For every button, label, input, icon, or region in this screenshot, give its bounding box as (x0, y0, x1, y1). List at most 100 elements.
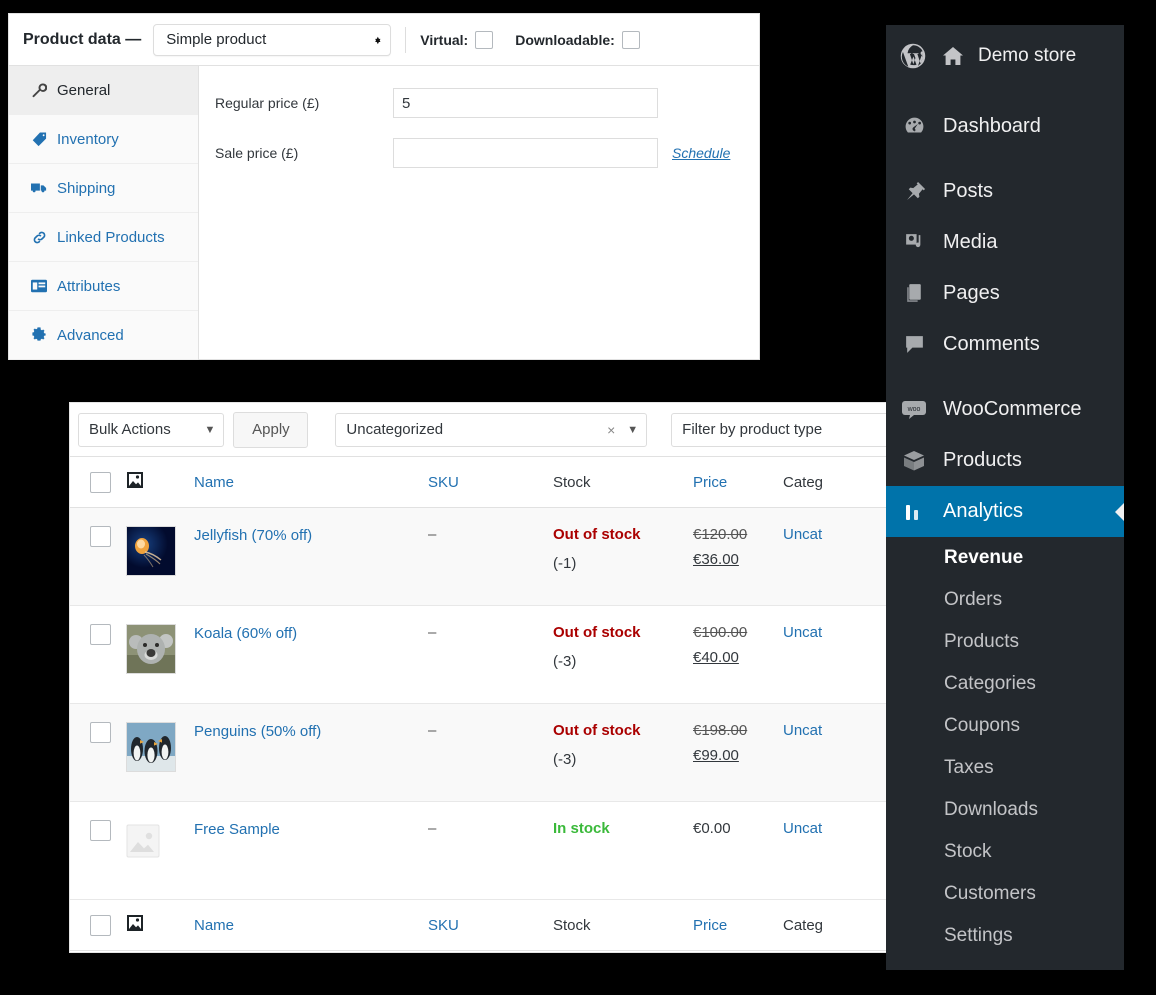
select-all-checkbox[interactable] (90, 471, 111, 493)
truck-icon (29, 180, 49, 196)
select-all-checkbox[interactable] (90, 914, 111, 936)
sidebar-subitem-label: Customers (944, 883, 1036, 904)
schedule-link[interactable]: Schedule (672, 145, 730, 161)
sidebar-subitem-downloads[interactable]: Downloads (886, 789, 1124, 831)
apply-button[interactable]: Apply (233, 411, 309, 448)
jellyfish-thumbnail[interactable] (126, 526, 176, 576)
wordpress-logo-icon[interactable] (898, 41, 928, 71)
products-table: Name SKU Stock Price Categ Jellyfish (70… (70, 456, 910, 951)
category-link[interactable]: Uncat (783, 722, 822, 739)
apply-label: Apply (252, 421, 290, 438)
product-sku: – (428, 624, 437, 641)
table-header-row: Name SKU Stock Price Categ (70, 456, 910, 508)
thumbnail-footer (126, 899, 194, 951)
products-list-panel: Bulk Actions ▼ Apply Uncategorized × ▼ F… (70, 403, 910, 952)
penguins-thumbnail[interactable] (126, 722, 176, 772)
sku-footer[interactable]: SKU (428, 899, 553, 951)
sku-header[interactable]: SKU (428, 456, 553, 508)
sidebar-item-analytics[interactable]: Analytics (886, 486, 1124, 537)
row-stock-cell: Out of stock (-1) (553, 507, 693, 606)
name-header[interactable]: Name (194, 456, 428, 508)
sidebar-subitem-customers[interactable]: Customers (886, 873, 1124, 915)
sidebar-subitem-settings[interactable]: Settings (886, 915, 1124, 957)
product-name-link[interactable]: Jellyfish (70% off) (194, 526, 312, 544)
sidebar-subitem-label: Products (944, 631, 1019, 652)
products-table-foot: Name SKU Stock Price Categ (70, 899, 910, 951)
product-name-link[interactable]: Free Sample (194, 820, 280, 838)
product-name-link[interactable]: Penguins (50% off) (194, 722, 321, 740)
row-price-cell: €100.00 €40.00 (693, 605, 783, 704)
sidebar-subitem-coupons[interactable]: Coupons (886, 705, 1124, 747)
sidebar-subitem-orders[interactable]: Orders (886, 579, 1124, 621)
product-tab-inventory[interactable]: Inventory (9, 115, 198, 164)
row-price-cell: €198.00 €99.00 (693, 703, 783, 802)
row-checkbox[interactable] (90, 624, 111, 645)
regular-price-input[interactable]: 5 (393, 88, 658, 118)
sidebar-item-label: Analytics (943, 500, 1024, 522)
sidebar-item-dashboard[interactable]: Dashboard (886, 101, 1124, 152)
product-type-value: Simple product (166, 31, 267, 48)
category-filter-select[interactable]: Uncategorized × ▼ (335, 412, 648, 447)
product-tab-general[interactable]: General (9, 66, 198, 115)
row-select-cell (70, 801, 126, 900)
virtual-checkbox-group[interactable]: Virtual: (420, 30, 494, 49)
product-data-panel: Product data — Simple product ▲ ▼ Virtual… (8, 13, 760, 360)
sidebar-subitem-stock[interactable]: Stock (886, 831, 1124, 873)
virtual-checkbox[interactable] (475, 30, 494, 49)
product-tab-advanced[interactable]: Advanced (9, 311, 198, 360)
downloadable-checkbox[interactable] (621, 30, 640, 49)
row-checkbox[interactable] (90, 722, 111, 743)
row-checkbox[interactable] (90, 820, 111, 841)
sidebar-item-media[interactable]: Media (886, 217, 1124, 268)
sidebar-subitem-label: Coupons (944, 715, 1021, 736)
comment-icon (899, 333, 929, 356)
row-sku-cell: – (428, 801, 553, 900)
stock-quantity: (-3) (553, 751, 577, 768)
sidebar-item-pages[interactable]: Pages (886, 268, 1124, 319)
sidebar-subitem-label: Orders (944, 589, 1003, 610)
product-tab-label: Advanced (57, 326, 124, 344)
sidebar-item-products[interactable]: Products (886, 435, 1124, 486)
wp-admin-sidebar: Demo store Dashboard Posts Media Pages C… (886, 25, 1124, 970)
sidebar-item-label: Posts (943, 180, 994, 202)
sidebar-subitem-revenue[interactable]: Revenue (886, 537, 1124, 579)
row-stock-cell: Out of stock (-3) (553, 605, 693, 704)
category-link[interactable]: Uncat (783, 624, 822, 641)
row-name-cell: Free Sample (194, 801, 428, 900)
product-tab-attributes[interactable]: Attributes (9, 262, 198, 311)
product-type-select[interactable]: Simple product ▲ ▼ (153, 23, 392, 56)
sidebar-subitem-categories[interactable]: Categories (886, 663, 1124, 705)
sidebar-subitem-products[interactable]: Products (886, 621, 1124, 663)
product-tab-linked-products[interactable]: Linked Products (9, 213, 198, 262)
koala-thumbnail[interactable] (126, 624, 176, 674)
sale-price-input[interactable] (393, 138, 658, 168)
price-footer[interactable]: Price (693, 899, 783, 951)
sidebar-item-posts[interactable]: Posts (886, 166, 1124, 217)
downloadable-checkbox-group[interactable]: Downloadable: (515, 30, 640, 49)
product-tab-label: Shipping (57, 179, 116, 197)
row-checkbox[interactable] (90, 526, 111, 547)
products-icon (899, 450, 929, 472)
category-link[interactable]: Uncat (783, 820, 822, 837)
bulk-actions-select[interactable]: Bulk Actions ▼ (78, 412, 225, 447)
select-all-footer (70, 899, 126, 951)
product-fields: Regular price (£) 5 Sale price (£) Sched… (199, 66, 759, 360)
product-name-link[interactable]: Koala (60% off) (194, 624, 297, 642)
sidebar-item-comments[interactable]: Comments (886, 319, 1124, 370)
virtual-label: Virtual: (420, 31, 469, 48)
sidebar-item-woocommerce[interactable]: woo WooCommerce (886, 384, 1124, 435)
wp-adminbar-site-row[interactable]: Demo store (886, 25, 1124, 87)
category-link[interactable]: Uncat (783, 526, 822, 543)
header-divider (405, 26, 407, 53)
product-type-filter-select[interactable]: Filter by product type ▼ (671, 412, 910, 447)
price-header[interactable]: Price (693, 456, 783, 508)
placeholder-image-icon[interactable] (126, 824, 194, 862)
product-tab-shipping[interactable]: Shipping (9, 164, 198, 213)
stock-quantity: (-1) (553, 555, 577, 572)
close-icon[interactable]: × (607, 422, 615, 438)
products-table-body: Jellyfish (70% off) – Out of stock (-1) … (70, 507, 910, 900)
table-row: Penguins (50% off) – Out of stock (-3) €… (70, 703, 910, 802)
name-footer[interactable]: Name (194, 899, 428, 951)
sidebar-subitem-taxes[interactable]: Taxes (886, 747, 1124, 789)
product-tab-label: Inventory (57, 130, 119, 148)
